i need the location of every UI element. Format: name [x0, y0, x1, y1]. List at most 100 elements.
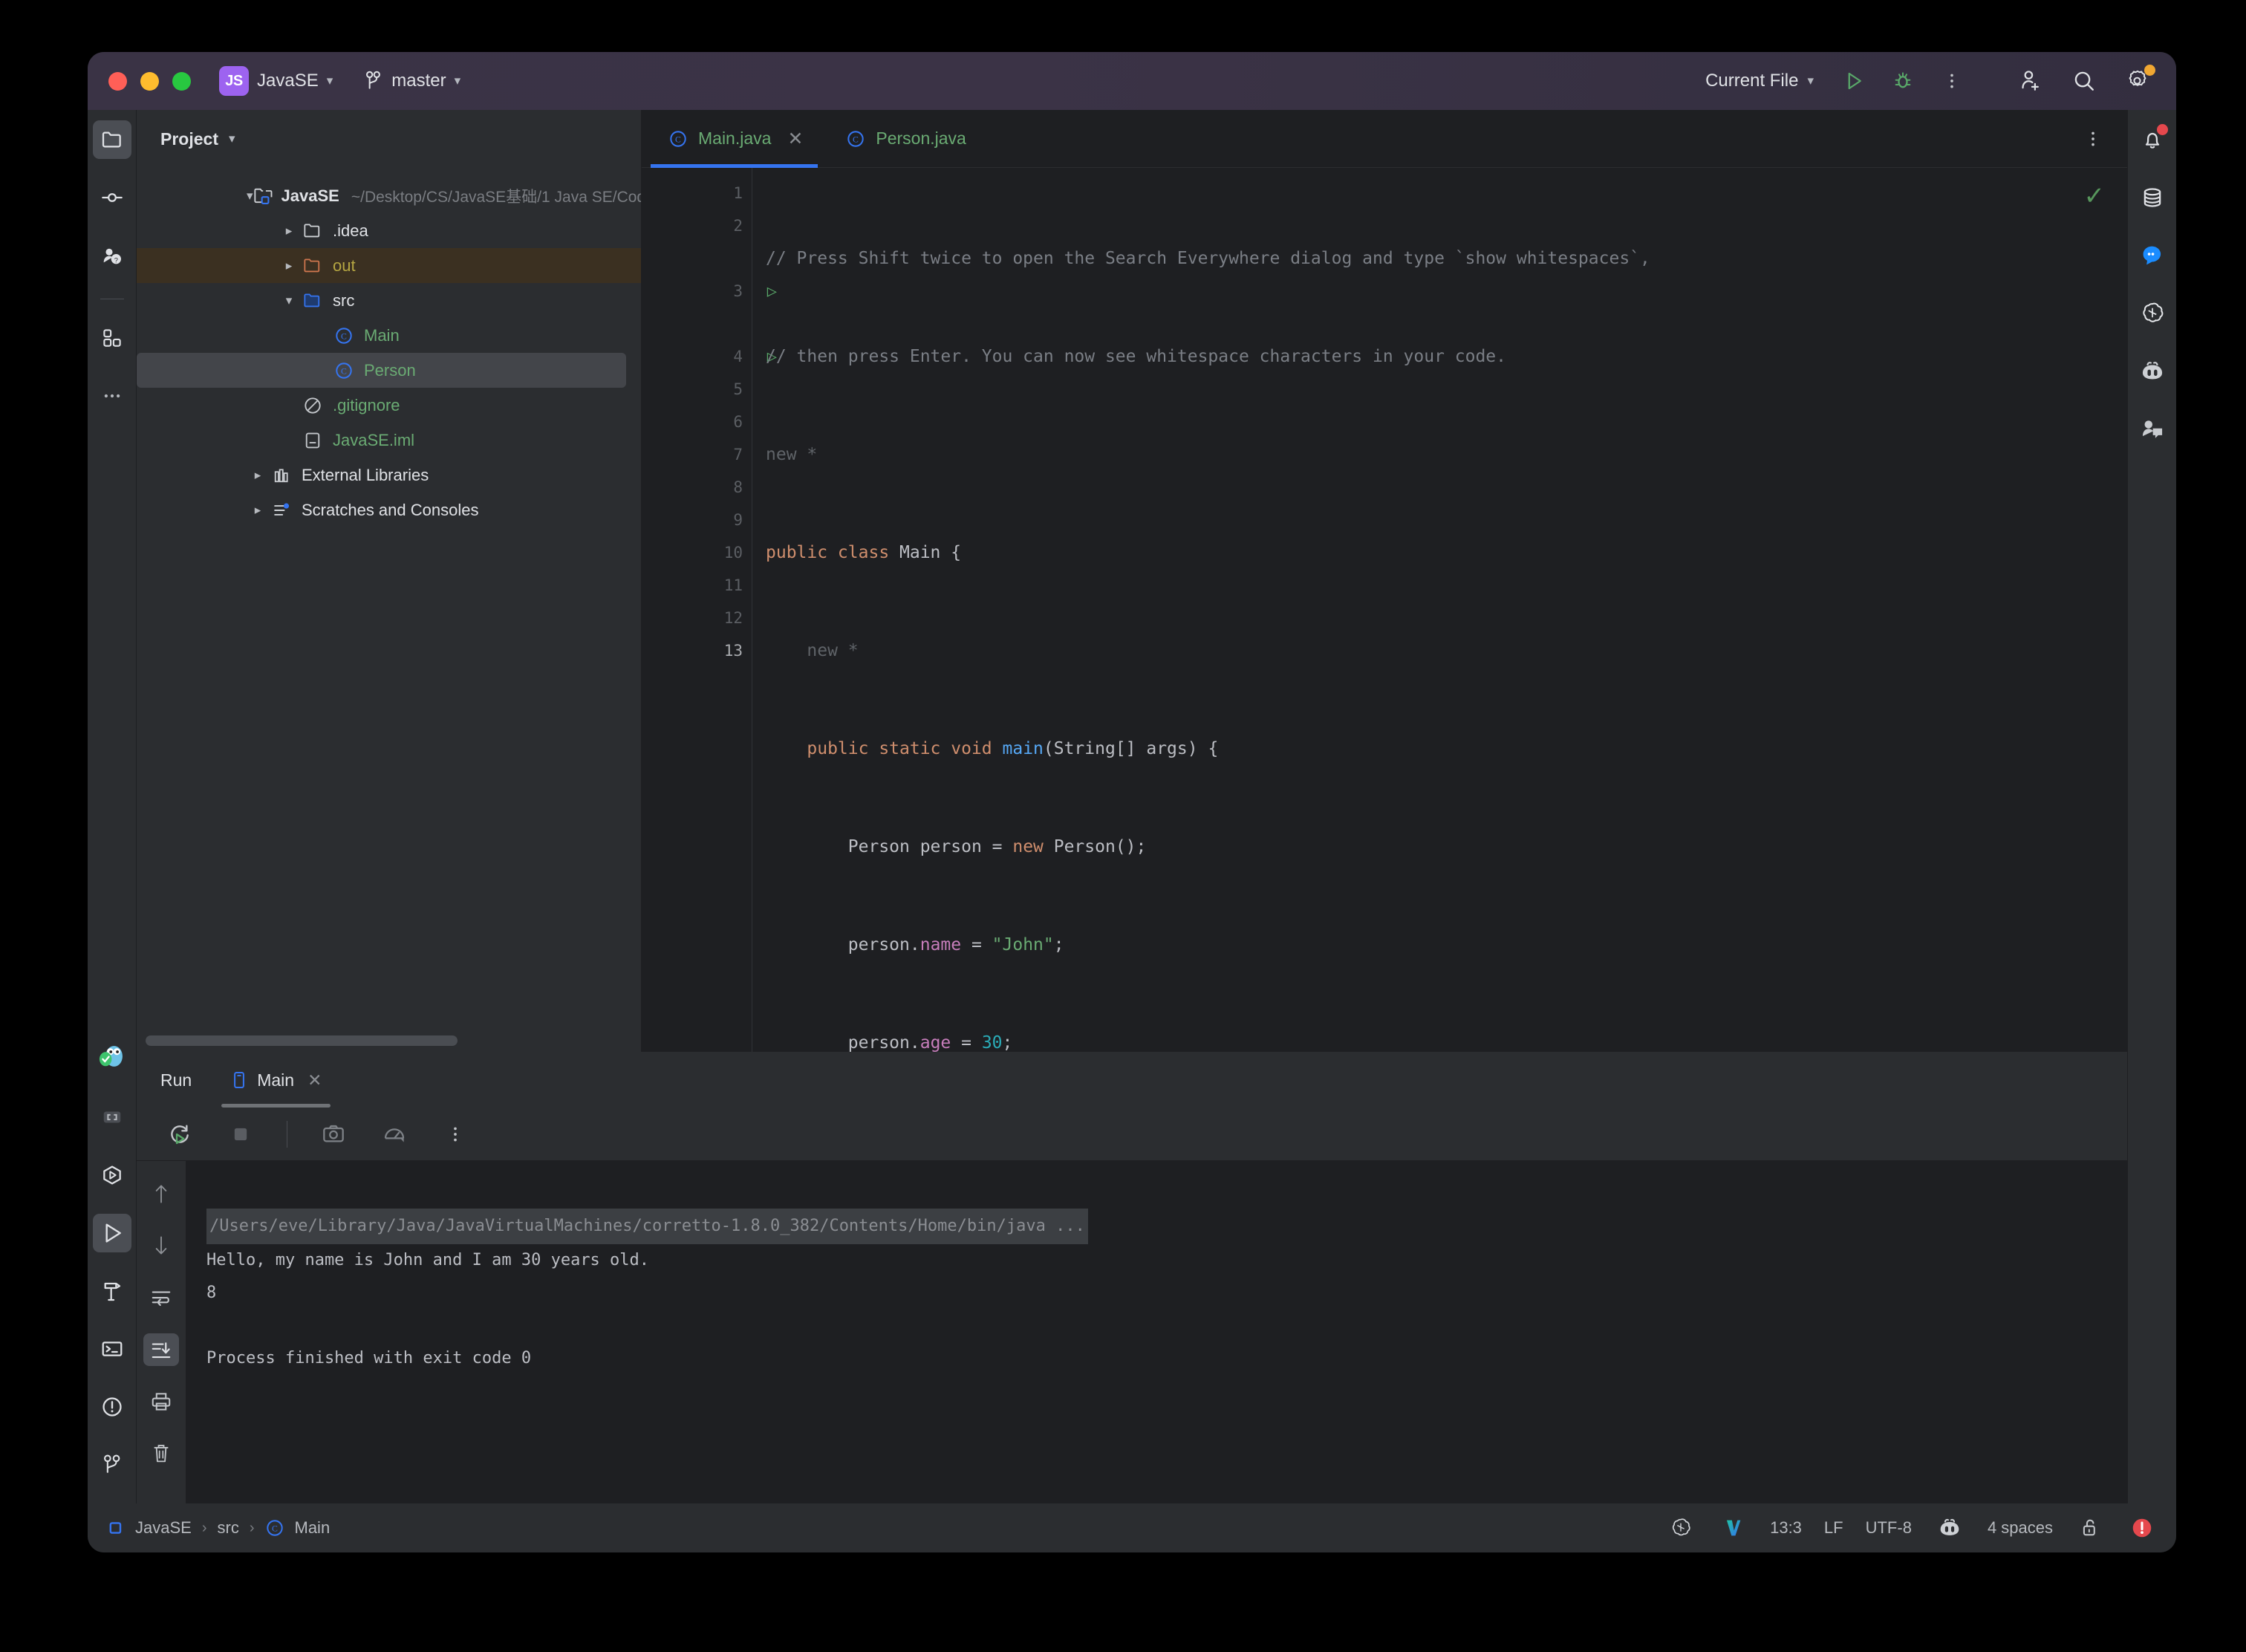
tree-node-javase[interactable]: ▾ JavaSE ~/D [137, 178, 641, 213]
database-button[interactable] [2133, 178, 2172, 217]
close-icon[interactable]: ✕ [307, 1070, 322, 1090]
sidebar-item-pull-requests[interactable]: ? [93, 236, 131, 275]
breadcrumb-separator: › [202, 1520, 207, 1537]
inspection-status-ok-icon[interactable]: ✓ [2084, 181, 2106, 211]
snapshot-button[interactable] [314, 1115, 353, 1154]
settings-button[interactable] [2118, 62, 2157, 100]
ai-chat-button[interactable] [2133, 236, 2172, 275]
clear-all-button[interactable] [143, 1437, 179, 1470]
code-content[interactable]: // Press Shift twice to open the Search … [752, 168, 2127, 1052]
sidebar-item-go-mascot[interactable] [93, 1037, 131, 1076]
branch-selector[interactable]: master ▾ [364, 70, 460, 92]
camera-snapshot-icon [322, 1123, 345, 1145]
breadcrumb-item-class[interactable]: Main [295, 1518, 331, 1538]
console-output[interactable]: /Users/eve/Library/Java/JavaVirtualMachi… [186, 1161, 2127, 1503]
title-bar: JS JavaSE ▾ master ▾ Current File ▾ [88, 52, 2176, 110]
scroll-down-button[interactable] [143, 1229, 179, 1262]
close-icon[interactable]: ✕ [787, 128, 803, 150]
notification-badge [2157, 124, 2168, 135]
sidebar-item-commit[interactable] [93, 178, 131, 217]
window-controls[interactable] [108, 72, 191, 91]
openai-status-button[interactable] [1666, 1513, 1696, 1543]
line-number-with-run-marker: 4 ▷ [642, 340, 752, 373]
tree-node-scratches[interactable]: ▸ Scratches and Consoles [137, 492, 641, 527]
java-class-icon: C [668, 129, 688, 149]
run-button[interactable] [1835, 62, 1873, 100]
code-text: Person(); [1044, 837, 1146, 856]
sidebar-item-build[interactable] [93, 1272, 131, 1310]
sidebar-item-more[interactable] [93, 377, 131, 415]
twisty-right-icon[interactable]: ▸ [247, 503, 269, 518]
more-actions-button[interactable] [1933, 62, 1971, 100]
soft-wrap-button[interactable] [143, 1281, 179, 1314]
scrollbar-thumb[interactable] [146, 1035, 458, 1046]
tree-node-external-libraries[interactable]: ▸ External Libraries [137, 458, 641, 492]
project-horizontal-scrollbar[interactable] [137, 1030, 641, 1052]
maximize-window-button[interactable] [172, 72, 191, 91]
tree-node-idea[interactable]: ▸ .idea [137, 213, 641, 248]
vim-status-button[interactable] [1718, 1513, 1748, 1543]
arrow-down-icon [152, 1235, 171, 1257]
tree-node-person[interactable]: ▸ C Person [137, 353, 626, 388]
run-session-tab[interactable]: Main ✕ [221, 1053, 331, 1108]
code-editor[interactable]: 1 2 3 ▷ 4 ▷ [642, 168, 2127, 1052]
close-window-button[interactable] [108, 72, 127, 91]
run-more-options-button[interactable] [436, 1115, 475, 1154]
scroll-up-button[interactable] [143, 1177, 179, 1210]
file-encoding[interactable]: UTF-8 [1866, 1518, 1912, 1538]
add-user-button[interactable] [2011, 62, 2050, 100]
debug-button[interactable] [1884, 62, 1922, 100]
sidebar-item-plugins[interactable] [93, 319, 131, 357]
indent-setting[interactable]: 4 spaces [1988, 1518, 2053, 1538]
line-number-text: 3 [733, 282, 743, 300]
inlay-text: new * [807, 641, 858, 660]
unlocked-icon [2080, 1517, 2100, 1539]
tree-node-src[interactable]: ▾ src [137, 283, 641, 318]
line-separator[interactable]: LF [1824, 1518, 1843, 1538]
stop-button[interactable] [221, 1115, 260, 1154]
twisty-down-icon[interactable]: ▾ [278, 293, 300, 308]
breadcrumb-item-src[interactable]: src [218, 1518, 239, 1538]
profiler-button[interactable] [375, 1115, 414, 1154]
tree-node-gitignore[interactable]: ▸ .gitignore [137, 388, 641, 423]
tab-person-java[interactable]: C Person.java [828, 110, 980, 168]
sidebar-item-run-anything[interactable] [93, 1156, 131, 1194]
project-panel-header[interactable]: Project ▾ [137, 110, 641, 168]
sidebar-item-terminal[interactable] [93, 1330, 131, 1368]
tab-main-java[interactable]: C Main.java ✕ [651, 110, 818, 168]
editor-more-actions-button[interactable] [2074, 120, 2112, 158]
sidebar-item-run[interactable] [93, 1214, 131, 1252]
twisty-right-icon[interactable]: ▸ [278, 224, 300, 238]
minimize-window-button[interactable] [140, 72, 159, 91]
run-icon [100, 1221, 124, 1245]
rerun-icon [168, 1122, 192, 1146]
tree-node-main[interactable]: ▸ C Main [137, 318, 641, 353]
twisty-down-icon[interactable]: ▾ [247, 189, 253, 204]
tree-label: out [333, 256, 356, 276]
search-button[interactable] [2065, 62, 2103, 100]
method-name: main [1003, 739, 1044, 758]
run-configuration-selector[interactable]: Current File ▾ [1705, 71, 1814, 91]
project-selector[interactable]: JS JavaSE ▾ [219, 66, 333, 96]
readonly-toggle-button[interactable] [2075, 1513, 2105, 1543]
sidebar-item-version-control[interactable] [93, 1446, 131, 1484]
code-with-me-button[interactable] [2133, 410, 2172, 449]
twisty-right-icon[interactable]: ▸ [247, 468, 269, 483]
settings-update-badge [2144, 65, 2155, 76]
breadcrumb-item-project[interactable]: JavaSE [135, 1518, 192, 1538]
twisty-right-icon[interactable]: ▸ [278, 258, 300, 273]
error-indicator-button[interactable] [2127, 1513, 2157, 1543]
copilot-status-button[interactable] [1934, 1513, 1965, 1543]
openai-button[interactable] [2133, 294, 2172, 333]
scroll-to-end-button[interactable] [143, 1333, 179, 1366]
print-button[interactable] [143, 1385, 179, 1418]
sidebar-item-problems[interactable] [93, 1388, 131, 1426]
copilot-button[interactable] [2133, 352, 2172, 391]
notifications-button[interactable] [2133, 120, 2172, 159]
rerun-button[interactable] [160, 1115, 199, 1154]
sidebar-item-project[interactable] [93, 120, 131, 159]
caret-position[interactable]: 13:3 [1770, 1518, 1802, 1538]
tree-node-out[interactable]: ▸ out [137, 248, 641, 283]
sidebar-item-brackets[interactable] [93, 1098, 131, 1136]
tree-node-iml[interactable]: ▸ JavaSE.iml [137, 423, 641, 458]
